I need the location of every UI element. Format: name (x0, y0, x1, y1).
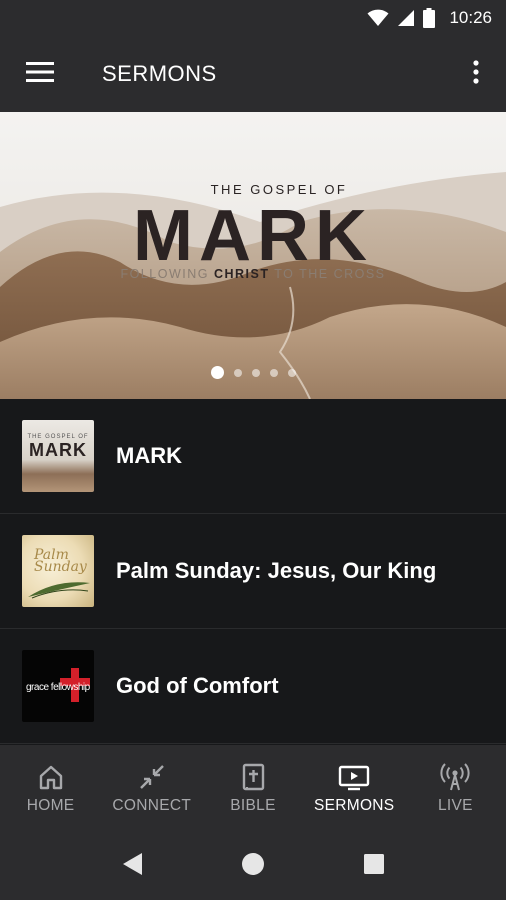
wifi-icon (367, 9, 389, 27)
hero-eyebrow: THE GOSPEL OF (210, 182, 348, 197)
palm-leaf-icon (28, 582, 90, 599)
nav-label: HOME (26, 797, 75, 814)
hamburger-icon (26, 61, 54, 88)
home-system-button[interactable] (223, 837, 283, 897)
nav-label: LIVE (438, 797, 473, 814)
list-item-title: Palm Sunday: Jesus, Our King (116, 558, 437, 583)
overflow-menu-button[interactable] (446, 36, 506, 112)
home-circle-icon (241, 852, 265, 881)
carousel-dot[interactable] (233, 368, 242, 377)
broadcast-icon (440, 763, 470, 791)
nav-label: SERMONS (313, 797, 395, 814)
recents-square-icon (363, 853, 385, 880)
nav-label: BIBLE (230, 797, 276, 814)
nav-tab-sermons[interactable]: SERMONS (304, 745, 405, 833)
carousel-indicator (0, 366, 506, 379)
carousel-dot[interactable] (269, 368, 278, 377)
nav-label: CONNECT (112, 797, 192, 814)
recents-button[interactable] (344, 837, 404, 897)
signal-icon (397, 9, 415, 27)
list-item-title: God of Comfort (116, 673, 279, 698)
list-item[interactable]: grace fellowship God of Comfort (0, 629, 506, 744)
bottom-navigation: HOME CONNECT BIBLE SERMONS LIVE (0, 745, 506, 833)
list-item-title: MARK (116, 443, 182, 468)
battery-icon (423, 8, 436, 28)
video-icon (338, 763, 370, 791)
nav-tab-connect[interactable]: CONNECT (101, 745, 202, 833)
system-navigation-bar (0, 833, 506, 900)
connect-icon (138, 763, 166, 791)
page-title: SERMONS (102, 61, 217, 86)
menu-button[interactable] (0, 36, 80, 112)
list-item[interactable]: Palm Sunday Palm Sunday: Jesus, Our King (0, 514, 506, 629)
sermon-series-list: THE GOSPEL OF MARK MARK Palm Sunday Palm… (0, 399, 506, 744)
nav-tab-live[interactable]: LIVE (405, 745, 506, 833)
nav-tab-home[interactable]: HOME (0, 745, 101, 833)
series-thumbnail-palm-sunday: Palm Sunday (22, 535, 94, 607)
carousel-dot[interactable] (251, 368, 260, 377)
bible-icon (239, 763, 267, 791)
series-thumbnail-grace-fellowship: grace fellowship (22, 650, 94, 722)
clock: 10:26 (449, 8, 492, 27)
home-icon (37, 763, 65, 791)
back-triangle-icon (121, 852, 143, 881)
nav-tab-bible[interactable]: BIBLE (202, 745, 303, 833)
carousel-dot[interactable] (287, 368, 296, 377)
back-button[interactable] (102, 837, 162, 897)
hero-headline: MARK (133, 196, 373, 276)
carousel-dot[interactable] (210, 366, 224, 379)
series-thumbnail-mark: THE GOSPEL OF MARK (22, 420, 94, 492)
status-bar: 10:26 (0, 0, 506, 36)
series-title-art: THE GOSPEL OF MARK FOLLOWING CHRIST TO T… (0, 182, 506, 281)
more-vertical-icon (473, 59, 479, 89)
featured-carousel[interactable]: THE GOSPEL OF MARK FOLLOWING CHRIST TO T… (0, 112, 506, 399)
app-bar: SERMONS (0, 36, 506, 112)
hero-tagline: FOLLOWING CHRIST TO THE CROSS (120, 267, 386, 281)
list-item[interactable]: THE GOSPEL OF MARK MARK (0, 399, 506, 514)
